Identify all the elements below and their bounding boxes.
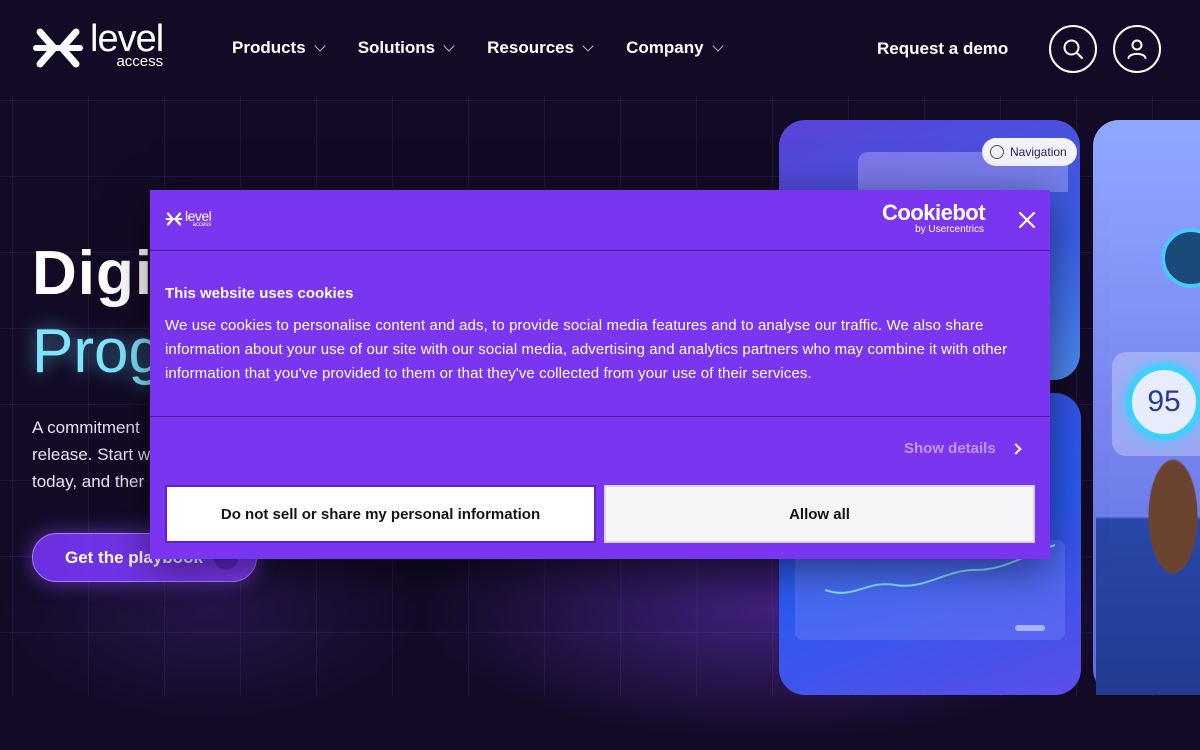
- allow-all-button[interactable]: Allow all: [604, 485, 1035, 543]
- cookie-consent-dialog: level access Cookiebot by Usercentrics T…: [150, 190, 1050, 559]
- cookie-logo-word: level: [185, 208, 212, 224]
- hero-desc-line: A commitment: [32, 418, 140, 437]
- score-ring: 95: [1126, 364, 1200, 440]
- level-mark-icon: [33, 28, 83, 68]
- user-icon: [1127, 39, 1147, 59]
- request-demo-link[interactable]: Request a demo: [877, 39, 1008, 59]
- search-button[interactable]: [1049, 25, 1097, 73]
- cookiebot-byline: by Usercentrics: [915, 224, 984, 235]
- chevron-down-icon: [582, 39, 594, 52]
- search-icon: [1063, 39, 1083, 59]
- chevron-right-icon: [1010, 442, 1022, 455]
- close-icon: [1018, 211, 1036, 229]
- do-not-sell-button[interactable]: Do not sell or share my personal informa…: [165, 485, 596, 543]
- cookiebot-brand[interactable]: Cookiebot by Usercentrics: [882, 200, 986, 236]
- hero-description: A commitment release. Start w today, and…: [32, 414, 162, 495]
- cookie-title: This website uses cookies: [165, 285, 354, 302]
- hero-desc-line: release. Start w: [32, 445, 151, 464]
- nav-label: Resources: [487, 38, 575, 57]
- person-photo: [1096, 440, 1200, 695]
- cookiebot-name: Cookiebot: [882, 200, 986, 225]
- nav-resources[interactable]: Resources: [487, 38, 594, 58]
- account-button[interactable]: [1113, 25, 1161, 73]
- nav-label: Products: [232, 38, 306, 57]
- chevron-down-icon: [443, 39, 455, 52]
- hero-title-line1: Digi: [32, 239, 154, 308]
- divider: [150, 416, 1050, 417]
- cookie-dialog-body: This website uses cookies We use cookies…: [165, 285, 1035, 386]
- nav-label: Solutions: [357, 38, 436, 57]
- site-header: level access Products Solutions Resource…: [0, 0, 1200, 96]
- close-button[interactable]: [1017, 210, 1037, 230]
- show-details-label: Show details: [904, 440, 996, 457]
- level-mark-icon: [165, 212, 183, 226]
- chevron-down-icon: [314, 39, 326, 52]
- nav-company[interactable]: Company: [626, 38, 724, 58]
- hero-title-line2: Prog: [32, 317, 163, 386]
- chevron-down-icon: [711, 39, 724, 52]
- pagination-bar: [1015, 625, 1045, 631]
- nav-solutions[interactable]: Solutions: [357, 38, 455, 58]
- main-nav: Products Solutions Resources Company: [232, 38, 756, 58]
- cookie-description: We use cookies to personalise content an…: [165, 317, 1008, 382]
- accessibility-icon: [990, 145, 1004, 159]
- cookie-dialog-header: level access Cookiebot by Usercentrics: [150, 190, 1050, 251]
- navigation-tag-label: Navigation: [1010, 145, 1067, 159]
- show-details-link[interactable]: Show details: [904, 440, 1022, 457]
- hero-desc-line: today, and ther: [32, 472, 145, 491]
- navigation-tag: Navigation: [982, 138, 1077, 166]
- level-access-logo[interactable]: level access: [32, 20, 164, 72]
- nav-label: Company: [626, 38, 704, 57]
- nav-products[interactable]: Products: [232, 38, 326, 58]
- cookie-dialog-logo: level access: [165, 208, 212, 228]
